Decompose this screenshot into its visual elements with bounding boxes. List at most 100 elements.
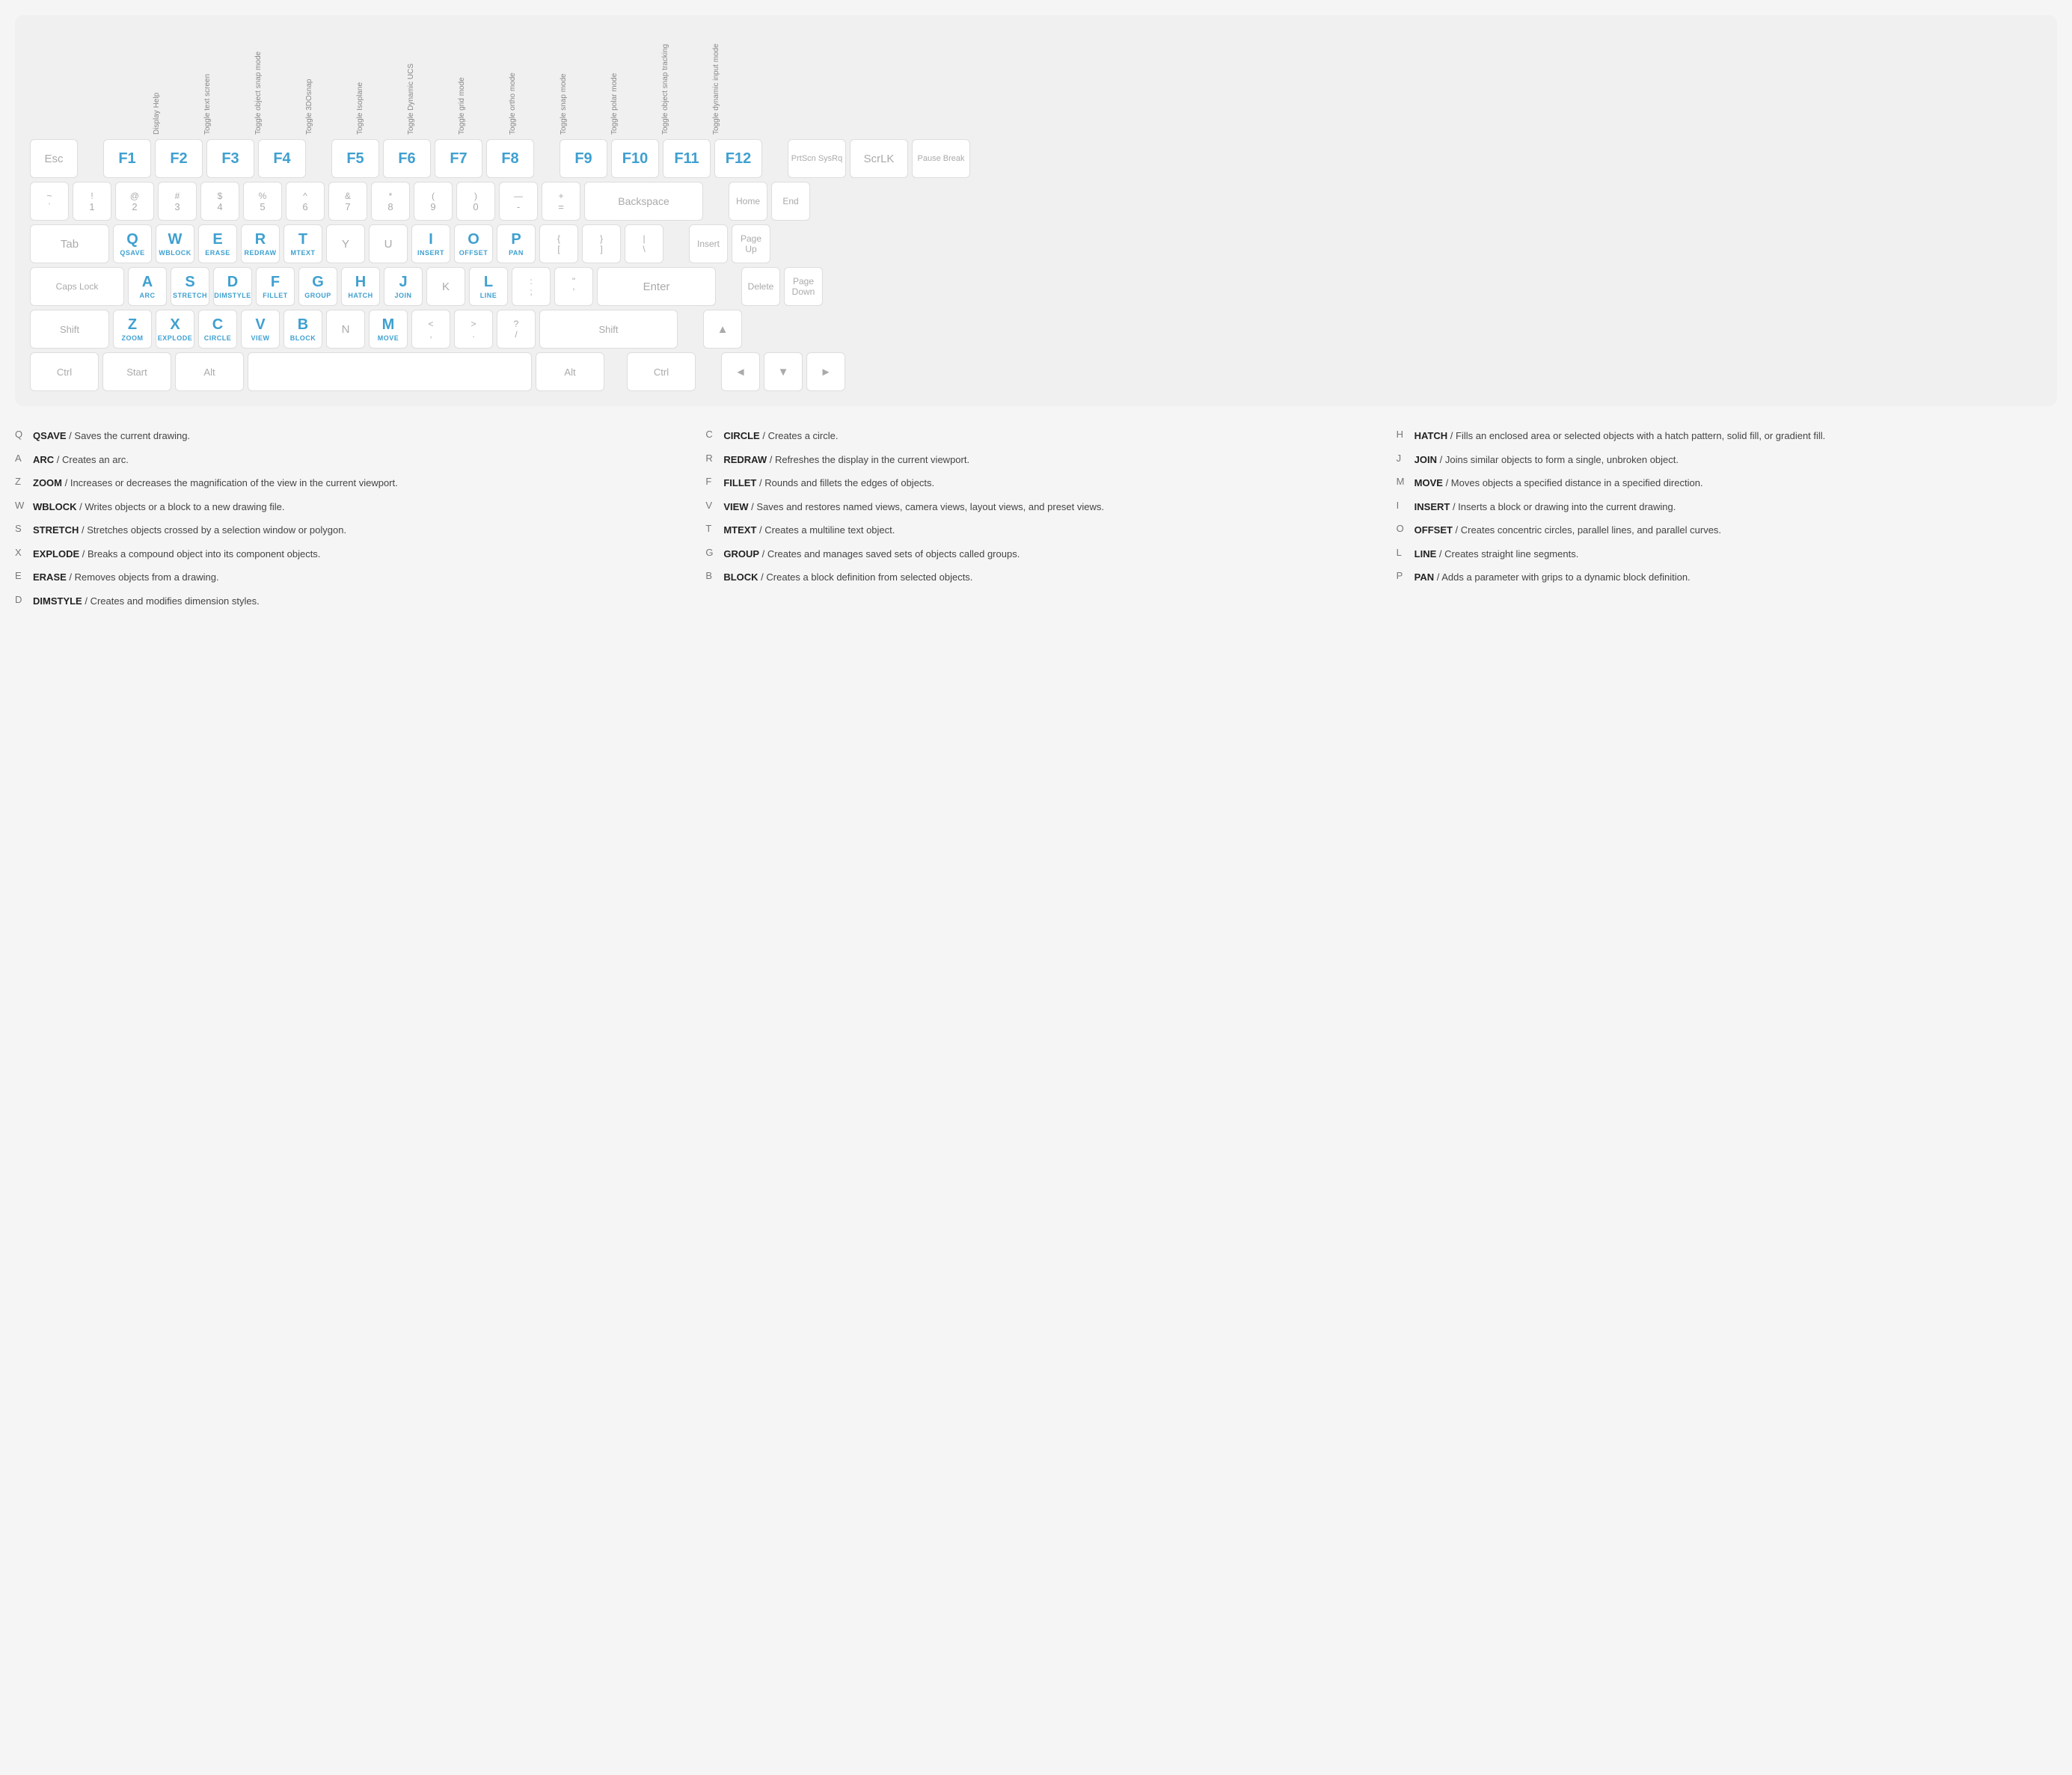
f2-label: Toggle text screen [203, 30, 251, 135]
pause-key[interactable]: Pause Break [912, 139, 970, 178]
prtscn-key[interactable]: PrtScn SysRq [788, 139, 846, 178]
c-key[interactable]: CCIRCLE [198, 310, 237, 349]
backspace-key[interactable]: Backspace [584, 182, 703, 221]
shift-right-key[interactable]: Shift [539, 310, 678, 349]
arrow-left-key[interactable]: ◄ [721, 352, 760, 391]
f12-label: Toggle dynamic input mode [712, 30, 760, 135]
desc-h: H HATCH / Fills an enclosed area or sele… [1397, 424, 2057, 448]
v-key[interactable]: VVIEW [241, 310, 280, 349]
1-key[interactable]: !1 [73, 182, 111, 221]
g-key[interactable]: GGROUP [298, 267, 337, 306]
shift-left-key[interactable]: Shift [30, 310, 109, 349]
f7-key[interactable]: F7 [435, 139, 482, 178]
arrow-up-key[interactable]: ▲ [703, 310, 742, 349]
pipe-key[interactable]: |\ [625, 224, 663, 263]
esc-key[interactable]: Esc [30, 139, 78, 178]
desc-col3: H HATCH / Fills an enclosed area or sele… [1397, 424, 2057, 613]
f11-key[interactable]: F11 [663, 139, 711, 178]
start-key[interactable]: Start [102, 352, 171, 391]
y-key[interactable]: Y [326, 224, 365, 263]
f2-key[interactable]: F2 [155, 139, 203, 178]
alt-right-key[interactable]: Alt [536, 352, 604, 391]
4-key[interactable]: $4 [200, 182, 239, 221]
j-key[interactable]: JJOIN [384, 267, 423, 306]
m-key[interactable]: MMOVE [369, 310, 408, 349]
desc-a: A ARC / Creates an arc. [15, 448, 675, 472]
desc-l: L LINE / Creates straight line segments. [1397, 542, 2057, 566]
insert-key[interactable]: Insert [689, 224, 728, 263]
b-key[interactable]: BBLOCK [283, 310, 322, 349]
arrow-down-key[interactable]: ▼ [764, 352, 803, 391]
space-key[interactable] [248, 352, 532, 391]
e-key[interactable]: EERASE [198, 224, 237, 263]
q-key[interactable]: QQSAVE [113, 224, 152, 263]
tilde-key[interactable]: ~` [30, 182, 69, 221]
3-key[interactable]: #3 [158, 182, 197, 221]
f3-label: Toggle object snap mode [254, 30, 302, 135]
scrlk-key[interactable]: ScrLK [850, 139, 908, 178]
ctrl-right-key[interactable]: Ctrl [627, 352, 696, 391]
f3-key[interactable]: F3 [206, 139, 254, 178]
desc-p: P PAN / Adds a parameter with grips to a… [1397, 565, 2057, 589]
close-brace-key[interactable]: }] [582, 224, 621, 263]
8-key[interactable]: *8 [371, 182, 410, 221]
0-key[interactable]: )0 [456, 182, 495, 221]
pageup-key[interactable]: PageUp [732, 224, 770, 263]
5-key[interactable]: %5 [243, 182, 282, 221]
f8-key[interactable]: F8 [486, 139, 534, 178]
colon-key[interactable]: :; [512, 267, 551, 306]
f-key[interactable]: FFILLET [256, 267, 295, 306]
f5-label: Toggle Isoplane [356, 30, 404, 135]
o-key[interactable]: OOFFSET [454, 224, 493, 263]
x-key[interactable]: XEXPLODE [156, 310, 194, 349]
l-key[interactable]: LLINE [469, 267, 508, 306]
alt-left-key[interactable]: Alt [175, 352, 244, 391]
w-key[interactable]: WWBLOCK [156, 224, 194, 263]
f4-key[interactable]: F4 [258, 139, 306, 178]
open-brace-key[interactable]: {[ [539, 224, 578, 263]
d-key[interactable]: DDIMSTYLE [213, 267, 252, 306]
f6-label: Toggle Dynamic UCS [407, 30, 455, 135]
n-key[interactable]: N [326, 310, 365, 349]
end-key[interactable]: End [771, 182, 810, 221]
f5-key[interactable]: F5 [331, 139, 379, 178]
f6-key[interactable]: F6 [383, 139, 431, 178]
k-key[interactable]: K [426, 267, 465, 306]
6-key[interactable]: ^6 [286, 182, 325, 221]
f10-key[interactable]: F10 [611, 139, 659, 178]
quote-key[interactable]: "' [554, 267, 593, 306]
desc-v: V VIEW / Saves and restores named views,… [705, 495, 1366, 519]
f9-key[interactable]: F9 [560, 139, 607, 178]
home-key[interactable]: Home [729, 182, 767, 221]
enter-key[interactable]: Enter [597, 267, 716, 306]
desc-i: I INSERT / Inserts a block or drawing in… [1397, 495, 2057, 519]
u-key[interactable]: U [369, 224, 408, 263]
equals-key[interactable]: += [542, 182, 580, 221]
pagedown-key[interactable]: PageDown [784, 267, 823, 306]
t-key[interactable]: TMTEXT [283, 224, 322, 263]
z-key[interactable]: ZZOOM [113, 310, 152, 349]
ctrl-left-key[interactable]: Ctrl [30, 352, 99, 391]
lt-key[interactable]: <, [411, 310, 450, 349]
r-key[interactable]: RREDRAW [241, 224, 280, 263]
number-row: ~` !1 @2 #3 $4 %5 ^6 &7 *8 (9 )0 —- += B… [30, 182, 2042, 221]
7-key[interactable]: &7 [328, 182, 367, 221]
delete-key[interactable]: Delete [741, 267, 780, 306]
p-key[interactable]: PPAN [497, 224, 536, 263]
9-key[interactable]: (9 [414, 182, 453, 221]
f12-key[interactable]: F12 [714, 139, 762, 178]
capslock-key[interactable]: Caps Lock [30, 267, 124, 306]
2-key[interactable]: @2 [115, 182, 154, 221]
f1-key[interactable]: F1 [103, 139, 151, 178]
minus-key[interactable]: —- [499, 182, 538, 221]
f10-label: Toggle polar mode [610, 30, 658, 135]
arrow-right-key[interactable]: ► [806, 352, 845, 391]
i-key[interactable]: IINSERT [411, 224, 450, 263]
tab-key[interactable]: Tab [30, 224, 109, 263]
function-row: Esc F1 F2 F3 F4 F5 F6 F7 F8 F9 F10 F11 F… [30, 139, 2042, 178]
question-key[interactable]: ?/ [497, 310, 536, 349]
h-key[interactable]: HHATCH [341, 267, 380, 306]
s-key[interactable]: SSTRETCH [171, 267, 209, 306]
a-key[interactable]: AARC [128, 267, 167, 306]
gt-key[interactable]: >. [454, 310, 493, 349]
